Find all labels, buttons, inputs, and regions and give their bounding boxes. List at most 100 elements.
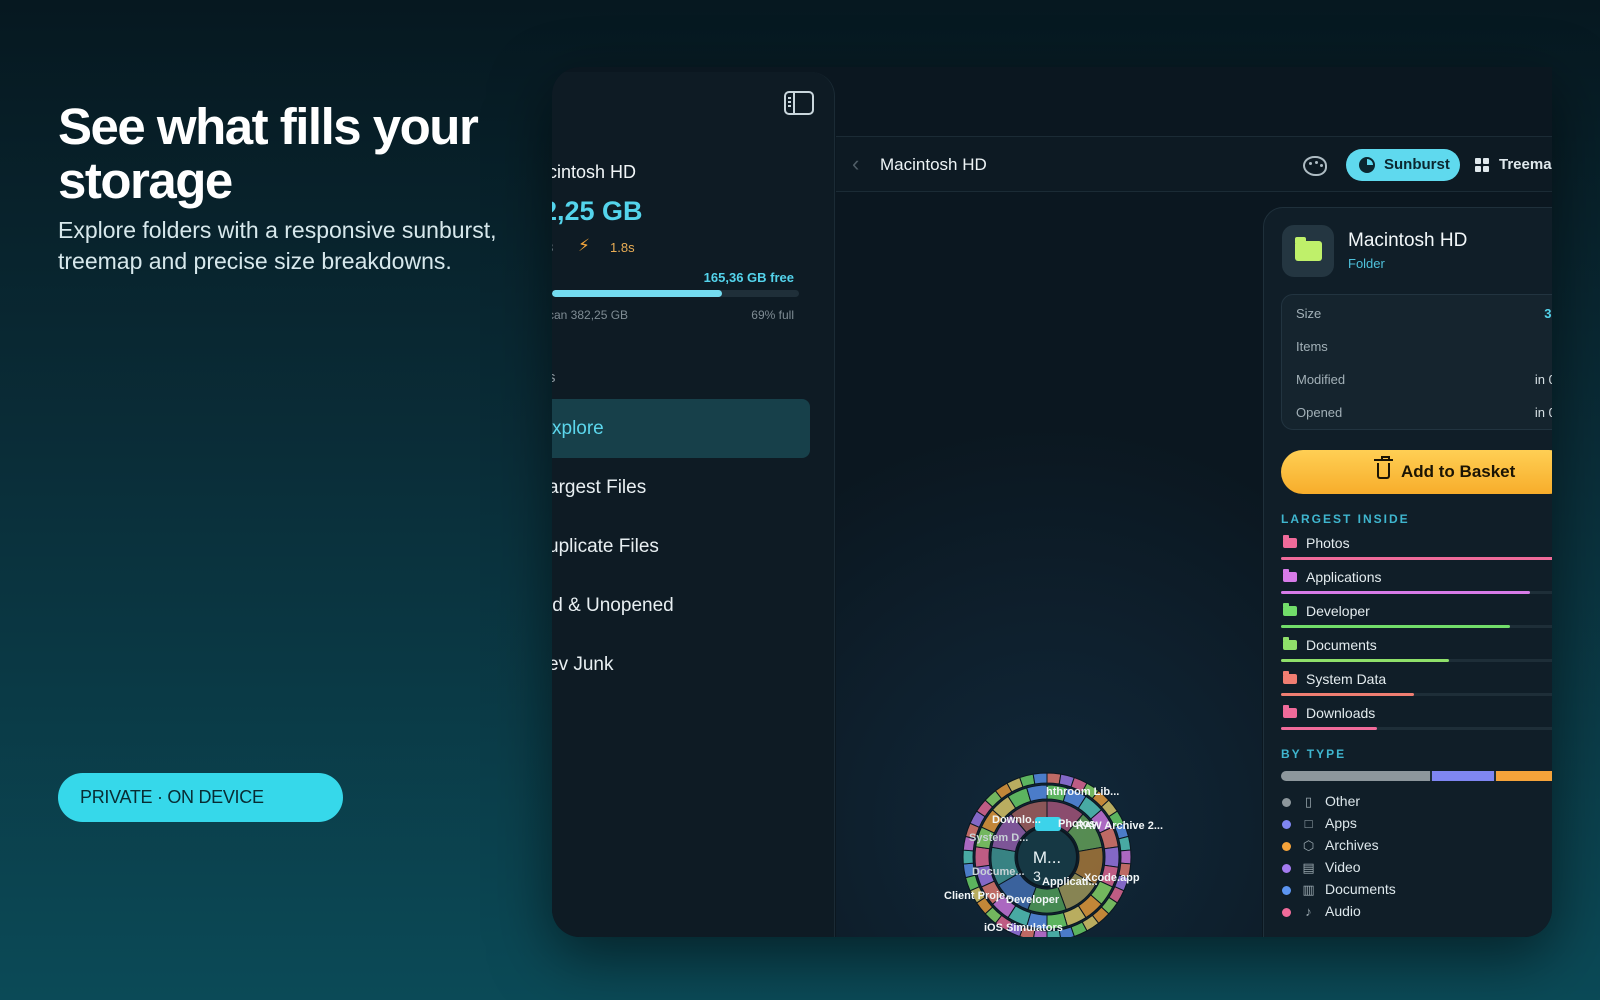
size-bar-fill [1281, 625, 1511, 628]
detail-kind: Folder [1348, 256, 1385, 271]
metadata-box: Size 382 Items Modified in 0 s Opened in 0 … [1281, 294, 1552, 430]
box-icon: ⬡ [1302, 838, 1315, 853]
folder-tile [1282, 225, 1334, 277]
sunburst-segment[interactable] [1019, 773, 1036, 788]
disk-used-size: 2,25 GB [552, 196, 643, 226]
sunburst-chart-area[interactable]: M... 3 Downlo... Photos hthroom Lib... R… [836, 193, 1262, 937]
back-chevron-icon[interactable]: ‹ [852, 151, 859, 177]
type-color-dot [1282, 842, 1291, 851]
sunburst-label-system-data: System D... [969, 832, 1028, 844]
size-bar-fill [1281, 727, 1377, 730]
sunburst-label-developer: Developer [1006, 894, 1060, 906]
sidebar-item-largest-files[interactable]: argest Files [552, 458, 810, 517]
size-bar [1281, 557, 1552, 560]
type-color-dot [1282, 820, 1291, 829]
sidebar-toggle-icon[interactable] [784, 91, 814, 115]
list-item-label: Documents [1306, 637, 1377, 653]
sidebar-item-old-unopened[interactable]: ld & Unopened [552, 576, 810, 635]
sunburst-segment[interactable] [962, 849, 974, 865]
type-row-documents[interactable]: ▥ Documents [1281, 881, 1552, 901]
usage-bar [552, 290, 799, 297]
detail-title: Macintosh HD [1348, 230, 1468, 251]
percent-full: 69% full [751, 308, 794, 322]
type-bar-segment [1281, 771, 1431, 781]
palette-icon[interactable] [1303, 156, 1327, 176]
type-bar-segment [1431, 771, 1494, 781]
disk-free: 165,36 GB free [703, 270, 794, 285]
sunburst-segment[interactable] [1026, 784, 1048, 802]
sunburst-segment[interactable] [974, 846, 991, 868]
type-color-dot [1282, 886, 1291, 895]
sunburst-chart[interactable]: M... 3 Downlo... Photos hthroom Lib... R… [836, 193, 1262, 937]
list-item-label: Applications [1306, 569, 1382, 585]
by-type-heading: BY TYPE [1281, 747, 1347, 761]
meta-row-size: Size 382 [1296, 306, 1552, 326]
list-item[interactable]: Photos [1281, 535, 1552, 565]
sidebar-item-explore[interactable]: xplore [552, 399, 810, 458]
type-row-video[interactable]: ▤ Video [1281, 859, 1552, 879]
doc-icon: ▯ [1304, 794, 1313, 809]
folder-icon [1283, 671, 1297, 684]
add-to-basket-button[interactable]: Add to Basket [1281, 450, 1552, 494]
usage-bar-fill [552, 290, 723, 297]
type-color-dot [1282, 908, 1291, 917]
meta-row-modified: Modified in 0 s [1296, 372, 1552, 392]
disk-stat: 3 [552, 240, 553, 255]
sunburst-segment[interactable] [1032, 772, 1048, 785]
sunburst-segment[interactable] [1120, 849, 1132, 865]
meta-label: Items [1296, 339, 1328, 354]
sunburst-label-documents: Docume... [972, 866, 1025, 878]
size-bar [1281, 659, 1552, 662]
folder-icon [1295, 237, 1322, 261]
pie-chart-icon [1359, 157, 1375, 173]
sidebar-nav: xplore argest Files uplicate Files ld & … [552, 399, 810, 694]
type-label: Video [1325, 859, 1361, 875]
type-row-archives[interactable]: ⬡ Archives [1281, 837, 1552, 857]
type-color-dot [1282, 798, 1291, 807]
type-label: Audio [1325, 903, 1361, 919]
app-icon: □ [1304, 816, 1313, 831]
hero-subtitle: Explore folders with a responsive sunbur… [58, 217, 497, 274]
type-row-apps[interactable]: □ Apps [1281, 815, 1552, 835]
grid-icon [1475, 158, 1489, 172]
meta-label: Size [1296, 306, 1322, 321]
size-bar [1281, 591, 1552, 594]
film-icon: ▤ [1302, 860, 1315, 875]
meta-value: 382 [1544, 306, 1552, 321]
sidebar-item-duplicate-files[interactable]: uplicate Files [552, 517, 810, 576]
list-item[interactable]: System Data [1281, 671, 1552, 701]
list-item[interactable]: Documents [1281, 637, 1552, 667]
sidebar-section-heading: s [552, 369, 556, 386]
privacy-badge: PRIVATE · ON DEVICE [58, 773, 343, 822]
list-item[interactable]: Developer [1281, 603, 1552, 633]
folder-icon [1283, 603, 1297, 616]
type-row-other[interactable]: ▯ Other [1281, 793, 1552, 813]
sunburst-view-button[interactable]: Sunburst [1346, 149, 1460, 181]
type-row-audio[interactable]: ♪ Audio [1281, 903, 1552, 923]
list-item[interactable]: Applications [1281, 569, 1552, 599]
sidebar-item-dev-junk[interactable]: ev Junk [552, 635, 810, 694]
detail-panel: Macintosh HD Folder Size 382 Items Modifi… [1263, 207, 1552, 937]
type-breakdown-bar [1281, 771, 1552, 781]
meta-label: Opened [1296, 405, 1343, 420]
sunburst-label-bathroom: hthroom Lib... [1046, 786, 1119, 798]
meta-value: in 0 s [1534, 405, 1552, 420]
sunburst-segment[interactable] [1118, 835, 1132, 852]
scan-time: 1.8s [610, 240, 635, 255]
type-label: Documents [1325, 881, 1396, 897]
size-bar [1281, 727, 1552, 730]
type-bar-segment [1495, 771, 1552, 781]
type-color-dot [1282, 864, 1291, 873]
bolt-icon: ⚡ [578, 236, 590, 255]
folder-icon [1283, 535, 1297, 548]
sunburst-segment[interactable] [1103, 846, 1120, 868]
sunburst-segment[interactable] [1046, 772, 1062, 785]
sunburst-label: Sunburst [1384, 156, 1450, 173]
doc-text-icon: ▥ [1302, 882, 1315, 897]
treemap-view-button[interactable]: Treemap [1471, 149, 1552, 181]
list-item-label: Developer [1306, 603, 1370, 619]
toolbar: ‹ Macintosh HD Sunburst Treemap [836, 136, 1552, 192]
sunburst-label-ios-simulators: iOS Simulators [984, 922, 1063, 934]
list-item[interactable]: Downloads [1281, 705, 1552, 735]
folder-icon [1283, 705, 1297, 718]
